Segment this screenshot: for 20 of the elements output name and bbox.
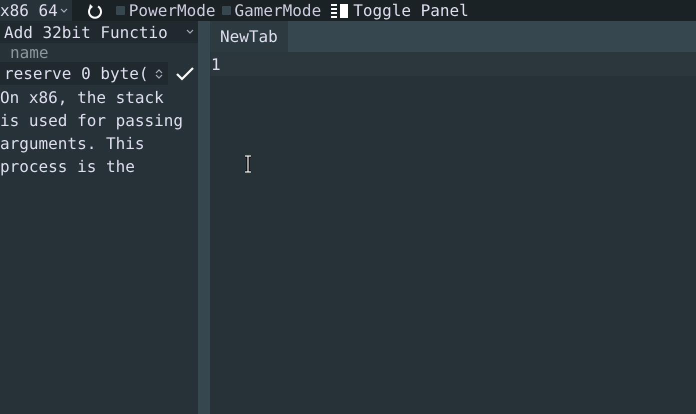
text-cursor-icon: [244, 155, 252, 173]
splitter-handle[interactable]: [198, 21, 210, 414]
gamer-mode-checkbox[interactable]: GamerMode: [222, 1, 322, 20]
function-select[interactable]: Add 32bit Functio: [0, 21, 198, 43]
editor-tab[interactable]: NewTab: [210, 21, 288, 52]
description-text: arguments. This: [0, 133, 146, 155]
description-text: On x86, the stack: [0, 87, 165, 109]
power-mode-checkbox[interactable]: PowerMode: [116, 1, 216, 20]
chevron-icon: [60, 8, 68, 14]
toggle-panel-button[interactable]: Toggle Panel: [327, 1, 469, 20]
arch-select[interactable]: x86 64: [0, 0, 72, 21]
description-text: process is the: [0, 156, 136, 178]
up-down-icon: [154, 68, 162, 80]
reload-icon[interactable]: [86, 2, 104, 20]
chevron-icon: [186, 29, 194, 35]
panel-icon: [331, 4, 350, 18]
line-number: 1: [210, 54, 221, 74]
reserve-select[interactable]: reserve 0 byte(: [0, 62, 168, 85]
checkmark-icon[interactable]: [176, 66, 194, 80]
description-text: is used for passing: [0, 110, 184, 132]
